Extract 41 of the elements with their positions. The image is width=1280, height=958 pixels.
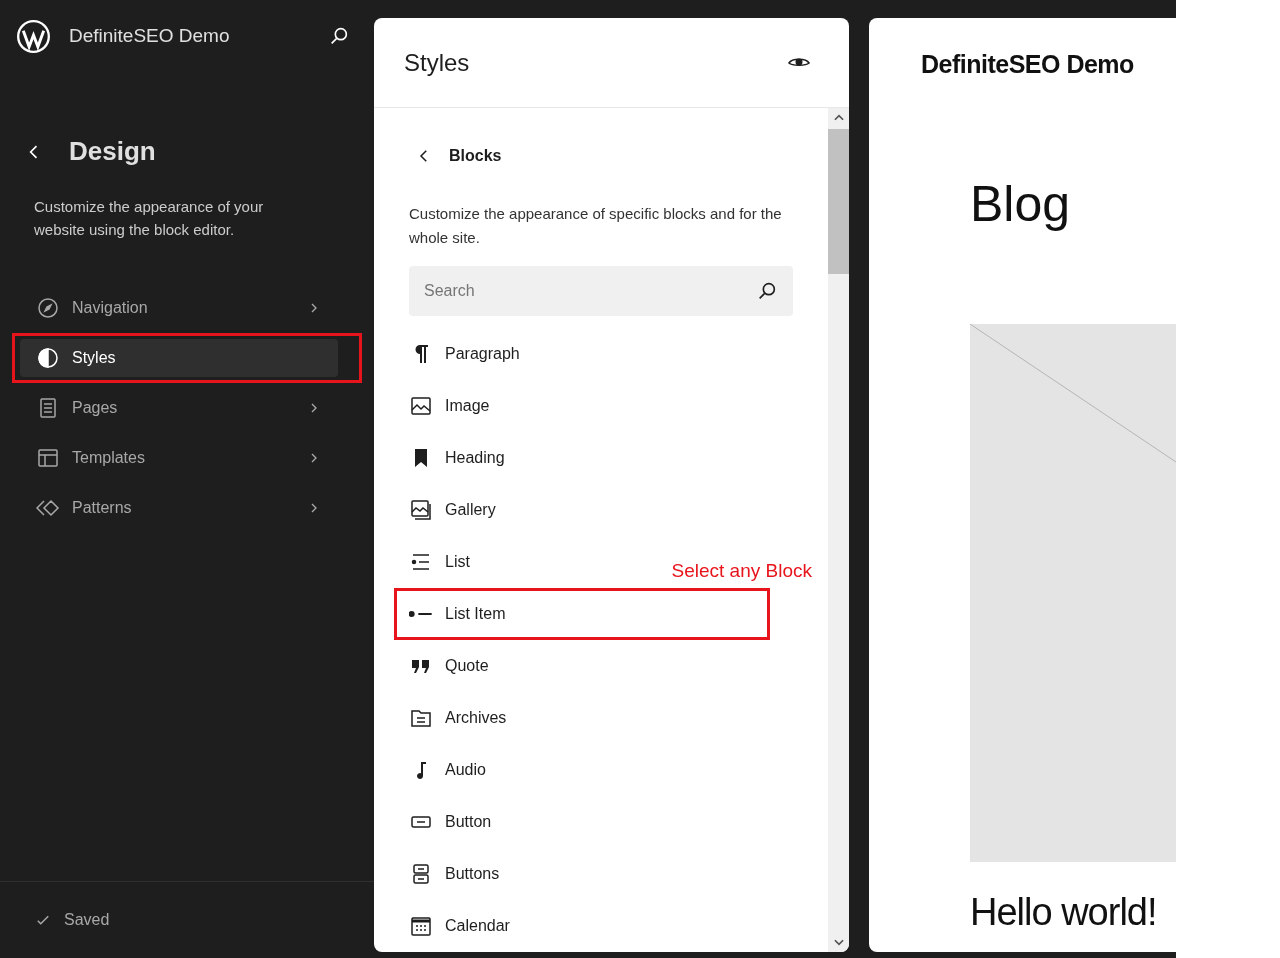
list-item-icon xyxy=(409,610,433,618)
block-item[interactable]: Calendar xyxy=(409,900,510,952)
nav-item[interactable]: Styles xyxy=(20,339,338,377)
nav-item[interactable]: Navigation xyxy=(20,289,338,327)
block-item[interactable]: List Item xyxy=(397,591,506,637)
calendar-icon xyxy=(409,914,433,938)
site-title[interactable]: DefiniteSEO Demo xyxy=(69,21,230,51)
block-item[interactable]: Buttons xyxy=(409,848,500,900)
panel-title: Styles xyxy=(404,47,470,78)
scrollbar[interactable] xyxy=(828,108,849,952)
nav-item[interactable]: Pages xyxy=(20,389,338,427)
layout-icon xyxy=(36,446,60,470)
block-item[interactable]: Paragraph xyxy=(409,328,520,380)
search-field[interactable]: Search xyxy=(409,266,793,316)
annotation-label: Select any Block xyxy=(671,558,812,583)
logo-icon[interactable] xyxy=(16,18,51,54)
nav-item[interactable]: Templates xyxy=(20,439,338,477)
panel-heading: Design xyxy=(69,135,156,168)
gallery-icon xyxy=(409,498,433,522)
scroll-thumb[interactable] xyxy=(828,129,849,274)
block-item[interactable]: List xyxy=(409,536,470,588)
half-circle-icon xyxy=(36,346,60,370)
block-item[interactable]: Archives xyxy=(409,692,507,744)
block-item[interactable]: Button xyxy=(409,796,492,848)
preview-site-title: DefiniteSEO Demo xyxy=(921,49,1135,80)
compass-icon xyxy=(36,296,60,320)
image-icon xyxy=(409,394,433,418)
panel-description: Customize the appearance of your website using the block editor. xyxy=(34,197,265,240)
block-item[interactable]: Audio xyxy=(409,744,486,796)
preview-post-title: Hello world! xyxy=(970,889,1158,935)
nav-item[interactable]: Patterns xyxy=(20,489,338,527)
preview-page-title: Blog xyxy=(970,174,1072,234)
block-item[interactable]: Image xyxy=(409,380,490,432)
save-status: Saved xyxy=(64,910,110,930)
block-item[interactable]: Gallery xyxy=(409,484,496,536)
block-item[interactable]: Quote xyxy=(409,640,489,692)
section-title: Blocks xyxy=(449,146,502,166)
block-item[interactable]: Heading xyxy=(409,432,505,484)
section-description: Customize the appearance of specific blocks and for the whole site. xyxy=(409,204,783,248)
search-icon[interactable] xyxy=(756,280,778,302)
search-icon[interactable] xyxy=(328,25,350,47)
